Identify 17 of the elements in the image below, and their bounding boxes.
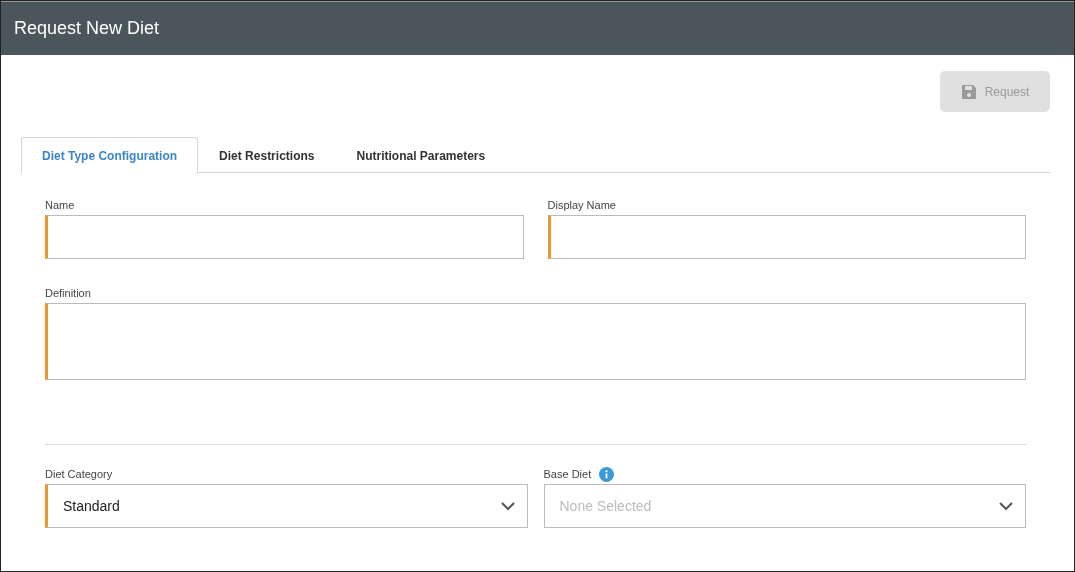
text-field[interactable]	[45, 215, 524, 259]
field-label: Definition	[45, 287, 92, 299]
tab[interactable]: Diet Type Configuration	[21, 137, 199, 173]
text-field[interactable]	[547, 215, 1026, 259]
tab[interactable]: Nutritional Parameters	[335, 137, 507, 173]
tab[interactable]: Diet Restrictions	[198, 137, 336, 173]
field-label: Display Name	[547, 199, 617, 211]
field-label: Diet Category	[45, 468, 113, 480]
text-area[interactable]	[45, 303, 1026, 380]
info-icon[interactable]	[599, 466, 615, 482]
chevron-down-icon	[500, 501, 515, 511]
field-label: Base Diet	[543, 468, 592, 480]
field-label: Name	[45, 199, 76, 211]
chevron-down-icon	[999, 501, 1013, 511]
window-title: Request New Diet	[14, 18, 160, 39]
save-icon	[960, 83, 977, 100]
dropdown[interactable]: Standard	[45, 484, 528, 528]
